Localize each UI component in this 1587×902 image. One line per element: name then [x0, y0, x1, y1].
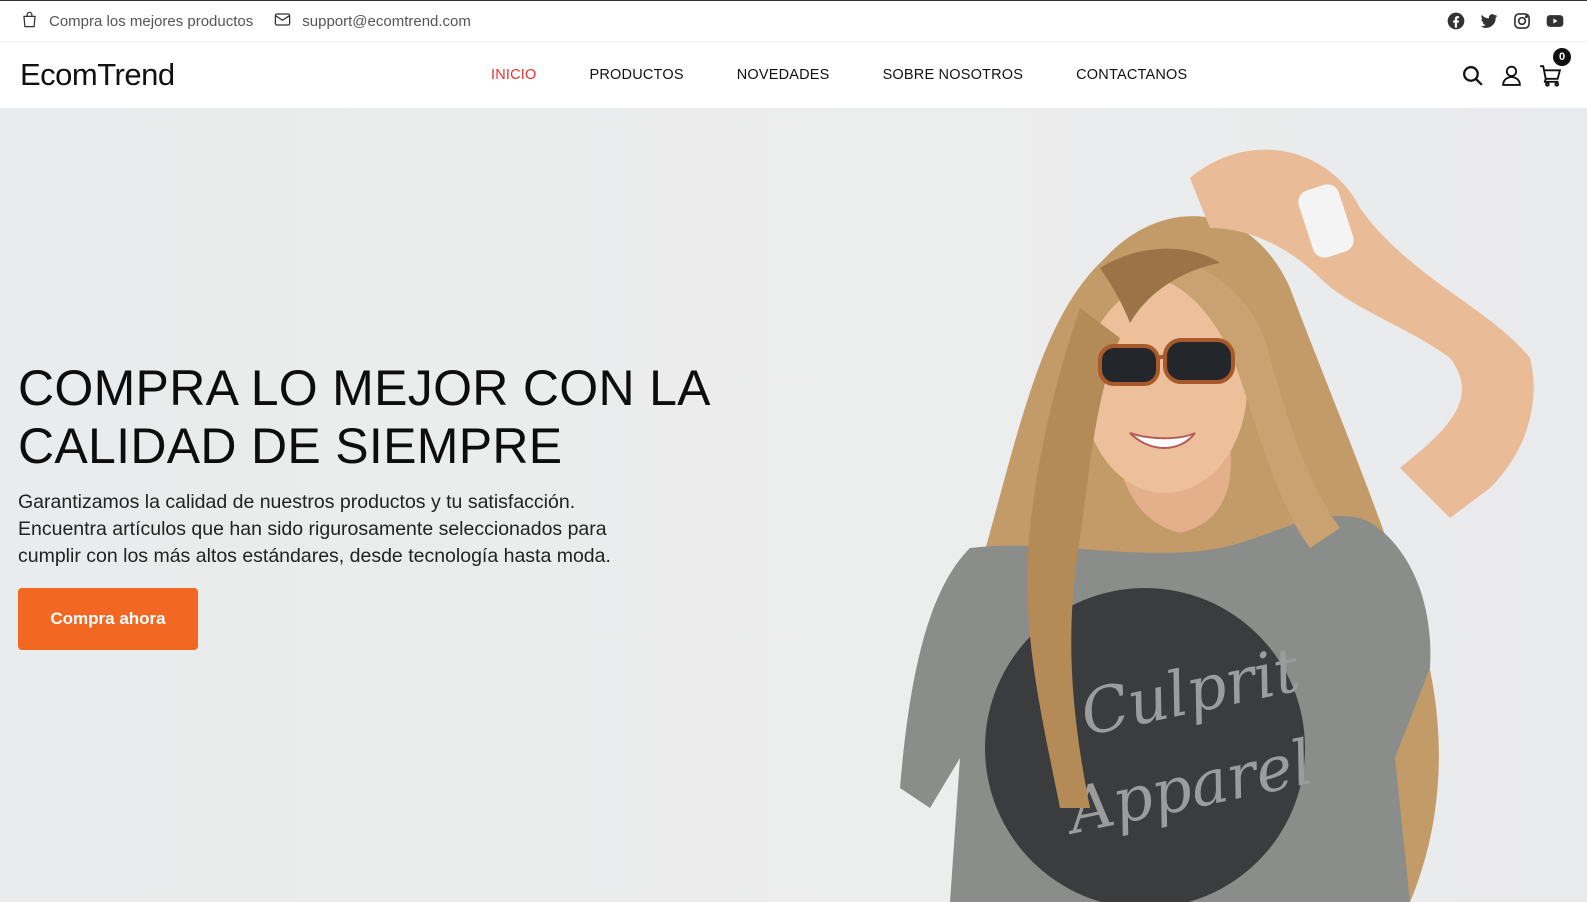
- top-bar: Compra los mejores productos support@eco…: [0, 0, 1587, 42]
- main-header: EcomTrend INICIO PRODUCTOS NOVEDADES SOB…: [0, 42, 1587, 108]
- site-logo[interactable]: EcomTrend: [20, 57, 175, 93]
- nav-item-productos[interactable]: PRODUCTOS: [590, 67, 684, 83]
- nav-item-sobre-nosotros[interactable]: SOBRE NOSOTROS: [883, 67, 1024, 83]
- top-bar-info: Compra los mejores productos support@eco…: [20, 10, 471, 33]
- hero-title-line1: COMPRA LO MEJOR CON LA: [18, 360, 711, 416]
- search-icon[interactable]: [1460, 63, 1485, 88]
- hero-description: Garantizamos la calidad de nuestros prod…: [18, 491, 611, 567]
- youtube-icon[interactable]: [1545, 11, 1565, 31]
- twitter-icon[interactable]: [1479, 11, 1499, 31]
- hero-banner: COMPRA LO MEJOR CON LA CALIDAD DE SIEMPR…: [0, 108, 1587, 902]
- shop-info: Compra los mejores productos: [20, 10, 253, 33]
- email-info[interactable]: support@ecomtrend.com: [273, 10, 471, 33]
- hero-title: COMPRA LO MEJOR CON LA CALIDAD DE SIEMPR…: [18, 359, 718, 475]
- user-icon[interactable]: [1499, 63, 1524, 88]
- shop-info-text: Compra los mejores productos: [49, 12, 254, 30]
- header-actions: 0: [1460, 42, 1571, 108]
- social-links: [1446, 11, 1565, 31]
- cart-count-badge: 0: [1553, 47, 1571, 66]
- hero-model-image: Culprit Apparel: [900, 149, 1534, 902]
- hero-title-line2: CALIDAD DE SIEMPRE: [18, 418, 563, 474]
- hero-content: COMPRA LO MEJOR CON LA CALIDAD DE SIEMPR…: [18, 359, 718, 650]
- email-link[interactable]: support@ecomtrend.com: [302, 13, 471, 30]
- nav-item-inicio[interactable]: INICIO: [491, 67, 537, 83]
- shopping-bag-icon: [20, 10, 39, 33]
- nav-item-novedades[interactable]: NOVEDADES: [737, 67, 830, 83]
- cart-button[interactable]: 0: [1538, 47, 1571, 88]
- nav-item-contactanos[interactable]: CONTACTANOS: [1076, 67, 1187, 83]
- instagram-icon[interactable]: [1512, 11, 1532, 31]
- shop-now-button[interactable]: Compra ahora: [18, 588, 198, 650]
- cart-icon: [1538, 63, 1563, 88]
- main-nav: INICIO PRODUCTOS NOVEDADES SOBRE NOSOTRO…: [491, 42, 1187, 108]
- mail-icon: [273, 10, 292, 33]
- facebook-icon[interactable]: [1446, 11, 1466, 31]
